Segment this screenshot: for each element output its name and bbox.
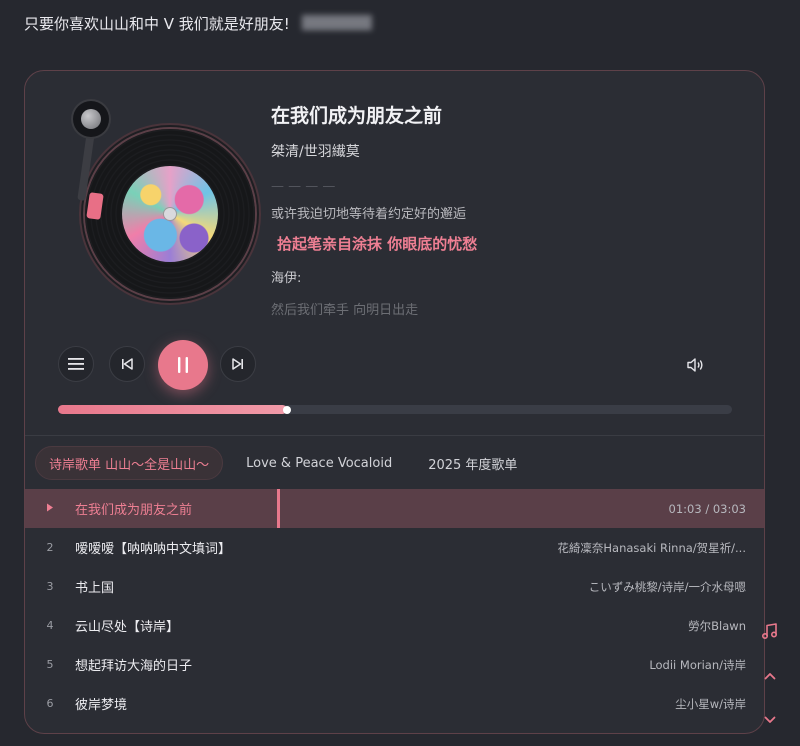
chevron-up-icon	[764, 673, 776, 680]
track-artist: こいずみ桃黎/诗岸/一介水母嗯	[588, 579, 746, 594]
track-title: 云山尽处【诗岸】	[75, 620, 180, 635]
tonearm-pivot	[73, 101, 109, 137]
song-title: 在我们成为朋友之前	[271, 105, 443, 127]
play-indicator-icon	[47, 503, 53, 512]
track-number: 4	[46, 619, 54, 632]
track-row[interactable]: 4 云山尽处【诗岸】 勞尔Blawn	[25, 606, 764, 645]
tab-love-peace-vocaloid[interactable]: Love & Peace Vocaloid	[233, 446, 405, 480]
menu-icon	[68, 358, 84, 370]
track-artist: 尘小星w/诗岸	[675, 696, 746, 711]
lyric-line: 然后我们牵手 向明日出走	[271, 303, 419, 318]
track-artist: Lodii Morian/诗岸	[649, 657, 746, 672]
volume-icon	[687, 358, 703, 372]
track-number: 5	[46, 658, 54, 671]
track-artist: 勞尔Blawn	[688, 618, 746, 633]
now-playing-indicator	[25, 502, 75, 515]
track-row[interactable]: 3 书上国 こいずみ桃黎/诗岸/一介水母嗯	[25, 567, 764, 606]
scroll-up-button[interactable]	[757, 663, 783, 689]
chevron-down-icon	[764, 716, 776, 723]
track-number: 2	[46, 541, 54, 554]
lyric-line-active: 拾起笔亲自涂抹 你眼底的忧愁	[277, 235, 478, 253]
blurred-text: ███████	[301, 15, 372, 31]
track-number: 6	[46, 697, 54, 710]
track-artist: 花綺凜奈Hanasaki Rinna/贺星祈/...	[557, 540, 746, 555]
vinyl-record	[85, 129, 255, 299]
tab-playlist-shian[interactable]: 诗岸歌单 山山～全是山山～	[35, 446, 224, 480]
progress-bar[interactable]	[58, 405, 732, 414]
page-header: 只要你喜欢山山和中 V 我们就是好朋友! ███████	[24, 10, 372, 36]
track-row[interactable]: 6 彼岸梦境 尘小星w/诗岸	[25, 684, 764, 723]
lyric-line: 海伊:	[271, 271, 302, 286]
track-title: 想起拜访大海的日子	[75, 659, 193, 674]
track-row[interactable]: 5 想起拜访大海的日子 Lodii Morian/诗岸	[25, 645, 764, 684]
skip-next-icon	[232, 358, 243, 370]
divider	[25, 435, 764, 436]
track-row-current[interactable]: 在我们成为朋友之前 01:03 / 03:03	[25, 489, 764, 528]
pause-button[interactable]	[158, 340, 208, 390]
turntable	[49, 101, 255, 311]
music-panel-toggle[interactable]	[757, 618, 783, 644]
progress-handle[interactable]	[283, 405, 292, 414]
page-title: 只要你喜欢山山和中 V 我们就是好朋友!	[24, 14, 290, 33]
volume-button[interactable]	[681, 351, 709, 379]
music-note-icon	[761, 623, 778, 640]
track-title: 在我们成为朋友之前	[75, 503, 193, 518]
skip-previous-icon	[122, 358, 133, 370]
record-spindle	[164, 208, 176, 220]
track-title: 彼岸梦境	[75, 698, 128, 713]
lyric-line-faded: — — — —	[271, 179, 336, 187]
playlist-menu-button[interactable]	[58, 346, 94, 382]
track-list: 在我们成为朋友之前 01:03 / 03:03 2 嗳嗳嗳【呐呐呐中文填词】 花…	[25, 489, 764, 723]
next-track-button[interactable]	[220, 346, 256, 382]
track-row[interactable]: 2 嗳嗳嗳【呐呐呐中文填词】 花綺凜奈Hanasaki Rinna/贺星祈/..…	[25, 528, 764, 567]
previous-track-button[interactable]	[109, 346, 145, 382]
scroll-down-button[interactable]	[757, 707, 783, 733]
lyric-line: 或许我迫切地等待着约定好的邂逅	[271, 207, 467, 222]
pause-icon	[178, 357, 188, 373]
track-title: 书上国	[75, 581, 115, 596]
track-title: 嗳嗳嗳【呐呐呐中文填词】	[75, 542, 232, 557]
song-artist: 桀清/世羽繊莫	[271, 144, 360, 160]
track-number: 3	[46, 580, 54, 593]
progress-fill	[58, 405, 288, 414]
tab-2025-annual[interactable]: 2025 年度歌单	[415, 446, 530, 480]
track-time: 01:03 / 03:03	[668, 501, 746, 516]
music-player-card: 在我们成为朋友之前 桀清/世羽繊莫 — — — — 或许我迫切地等待着约定好的邂…	[24, 70, 765, 734]
playlist-tabs: 诗岸歌单 山山～全是山山～ Love & Peace Vocaloid 2025…	[35, 445, 540, 481]
lyrics-panel: — — — — 或许我迫切地等待着约定好的邂逅 拾起笔亲自涂抹 你眼底的忧愁 海…	[271, 179, 631, 319]
